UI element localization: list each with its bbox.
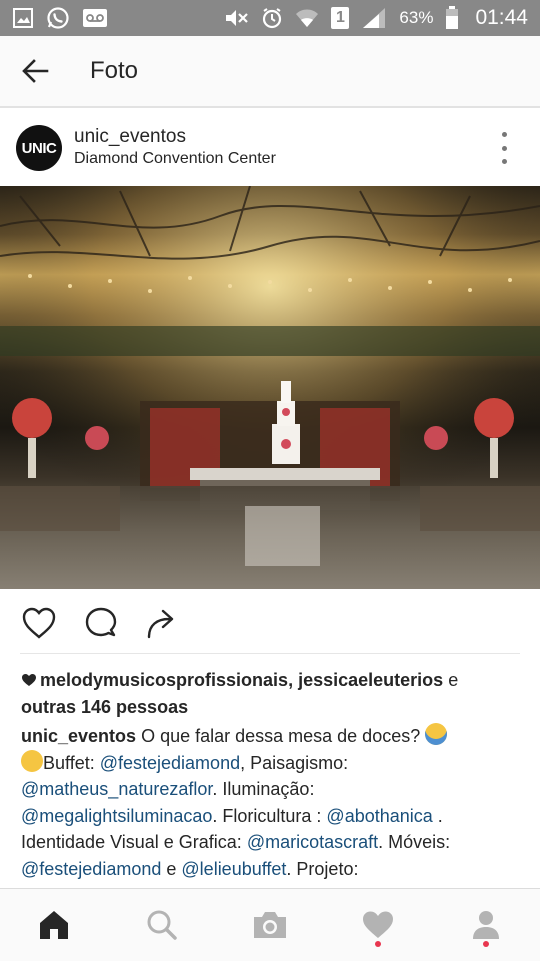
actions-divider — [20, 653, 520, 654]
caption-mention[interactable]: @festejediamond — [21, 859, 161, 879]
status-bar: 1 63% 01:44 — [0, 0, 540, 36]
post-actions — [0, 590, 540, 656]
avatar-logo-text: UNIC — [21, 139, 57, 157]
more-dot — [501, 159, 507, 164]
alarm-icon — [261, 7, 283, 29]
home-icon — [40, 911, 68, 939]
post-location[interactable]: Diamond Convention Center — [74, 148, 276, 170]
nav-camera[interactable] — [240, 895, 300, 955]
caption-text: . Floricultura : — [212, 805, 322, 826]
nav-activity[interactable] — [348, 895, 408, 955]
page-title: Foto — [90, 57, 139, 84]
voicemail-icon — [82, 8, 108, 28]
profile-icon — [473, 911, 499, 939]
battery-icon — [445, 6, 459, 30]
more-dot — [501, 132, 507, 137]
activity-heart-icon — [363, 911, 393, 938]
post-username[interactable]: unic_eventos — [74, 126, 276, 148]
caption-text: . Projeto: — [286, 858, 359, 879]
wifi-icon — [295, 7, 319, 29]
image-icon — [12, 7, 34, 29]
caption-mention[interactable]: @lelieubuffet — [181, 859, 286, 879]
caption-text: . Iluminação: — [212, 779, 315, 799]
more-options-button[interactable] — [492, 132, 516, 164]
likes-conjunction: e — [448, 670, 459, 690]
profile-notification-dot — [483, 941, 489, 947]
likes-names[interactable]: melodymusicosprofissionais, jessicaeleut… — [40, 670, 443, 690]
more-dot — [501, 145, 507, 151]
comment-icon — [85, 607, 117, 637]
heart-eyes-emoji-icon — [21, 749, 43, 772]
status-left-icons — [12, 6, 108, 30]
caption-text: e — [166, 858, 177, 879]
nav-profile[interactable] — [456, 895, 516, 955]
whatsapp-icon — [46, 6, 70, 30]
small-heart-icon — [22, 674, 36, 686]
signal-icon — [361, 7, 387, 29]
caption-author[interactable]: unic_eventos — [21, 726, 136, 746]
share-icon — [147, 609, 174, 639]
back-arrow-icon — [22, 59, 49, 83]
event-photo-illustration — [0, 186, 540, 589]
comment-button[interactable] — [82, 604, 120, 642]
caption-mention[interactable]: @festejediamond — [100, 753, 240, 773]
likes-others[interactable]: outras 146 pessoas — [21, 697, 188, 717]
status-right-icons: 1 63% 01:44 — [223, 6, 528, 30]
share-button[interactable] — [144, 604, 182, 642]
search-icon — [147, 910, 177, 940]
caption-text: O que falar dessa mesa de doces? — [141, 726, 421, 746]
avatar[interactable]: UNIC — [16, 125, 62, 171]
sim-badge: 1 — [331, 7, 350, 29]
mute-icon — [223, 7, 249, 29]
caption-text: , Paisagismo: — [240, 752, 349, 773]
caption-mention[interactable]: @maricotascraft — [247, 832, 378, 852]
caption-mention[interactable]: @matheus_naturezaflor — [21, 779, 212, 799]
like-button[interactable] — [20, 604, 58, 642]
battery-percentage: 63% — [399, 8, 434, 27]
back-button[interactable] — [0, 35, 70, 107]
post-meta: unic_eventos Diamond Convention Center — [74, 126, 276, 170]
post-photo[interactable] — [0, 186, 540, 589]
likes-summary[interactable]: melodymusicosprofissionais, jessicaeleut… — [21, 667, 521, 721]
caption-mention[interactable]: @megalightsiluminacao — [21, 806, 212, 826]
post-caption: unic_eventos O que falar dessa mesa de d… — [21, 723, 526, 882]
fearful-face-emoji-icon — [425, 723, 448, 745]
activity-notification-dot — [375, 941, 381, 947]
camera-icon — [254, 912, 286, 938]
nav-search[interactable] — [132, 895, 192, 955]
clock: 01:44 — [475, 6, 528, 29]
nav-home[interactable] — [24, 895, 84, 955]
bottom-nav — [0, 888, 540, 961]
caption-mention[interactable]: @abothanica — [326, 806, 432, 826]
post-header: UNIC unic_eventos Diamond Convention Cen… — [0, 110, 540, 186]
heart-icon — [22, 607, 56, 639]
caption-text: Buffet: — [43, 752, 95, 773]
caption-text: . Móveis: — [378, 832, 451, 852]
app-bar: Foto — [0, 36, 540, 108]
